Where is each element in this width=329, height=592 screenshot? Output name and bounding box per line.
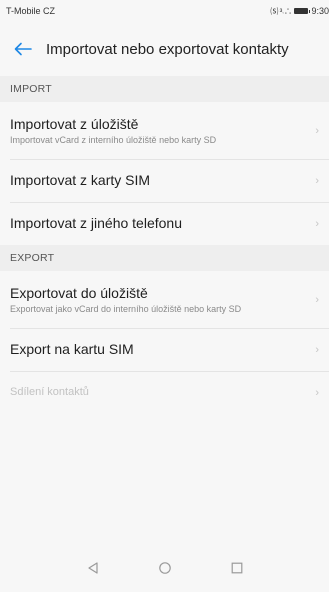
list-item-title: Sdílení kontaktů [10,386,89,398]
list-item-title: Exportovat do úložiště [10,284,148,301]
status-bar: T-Mobile CZ ⒮ ³˓∴ 9:30 [0,0,329,22]
section-header-export: EXPORT [0,245,329,271]
clock: 9:30 [311,6,329,16]
list-item-title: Export na kartu SIM [10,341,134,357]
signal-icon: ⒮ ³˓∴ [270,6,292,16]
list-item-import-from-other-phone[interactable]: Importovat z jiného telefonu › [0,202,329,245]
list-item-title: Importovat z jiného telefonu [10,215,182,231]
arrow-left-icon [14,42,32,56]
chevron-right-icon: › [315,293,319,306]
system-nav-bar [0,544,329,592]
back-button[interactable] [0,22,46,76]
list-item-share-contacts: Sdílení kontaktů › [0,371,329,414]
chevron-right-icon: › [315,124,319,137]
chevron-right-icon: › [315,386,319,399]
list-item-subtitle: Exportovat jako vCard do interního úloži… [10,303,242,314]
nav-back-button[interactable] [83,558,103,578]
chevron-right-icon: › [315,343,319,356]
chevron-right-icon: › [315,174,319,187]
status-icons: ⒮ ³˓∴ 9:30 [270,6,329,17]
battery-icon [294,8,311,14]
list-item-export-to-storage[interactable]: Exportovat do úložiště Exportovat jako v… [0,271,329,328]
page-title: Importovat nebo exportovat kontakty [46,40,289,58]
nav-home-button[interactable] [155,558,175,578]
circle-home-icon [158,562,171,574]
nav-recents-button[interactable] [227,558,247,578]
square-recents-icon [231,562,242,574]
list-item-title: Importovat z karty SIM [10,172,151,188]
list-item-import-from-sim[interactable]: Importovat z karty SIM › [0,159,329,202]
list-item-subtitle: Importovat vCard z interního úložiště ne… [10,134,217,145]
carrier-label: T-Mobile CZ [6,6,56,16]
section-header-import: IMPORT [0,76,329,102]
list-item-export-to-sim[interactable]: Export na kartu SIM › [0,328,329,371]
settings-list: IMPORT Importovat z úložiště Importovat … [0,76,329,414]
triangle-back-icon [87,562,98,574]
list-item-import-from-storage[interactable]: Importovat z úložiště Importovat vCard z… [0,102,329,159]
app-bar: Importovat nebo exportovat kontakty [0,22,329,76]
chevron-right-icon: › [315,217,319,230]
list-item-title: Importovat z úložiště [10,115,139,132]
